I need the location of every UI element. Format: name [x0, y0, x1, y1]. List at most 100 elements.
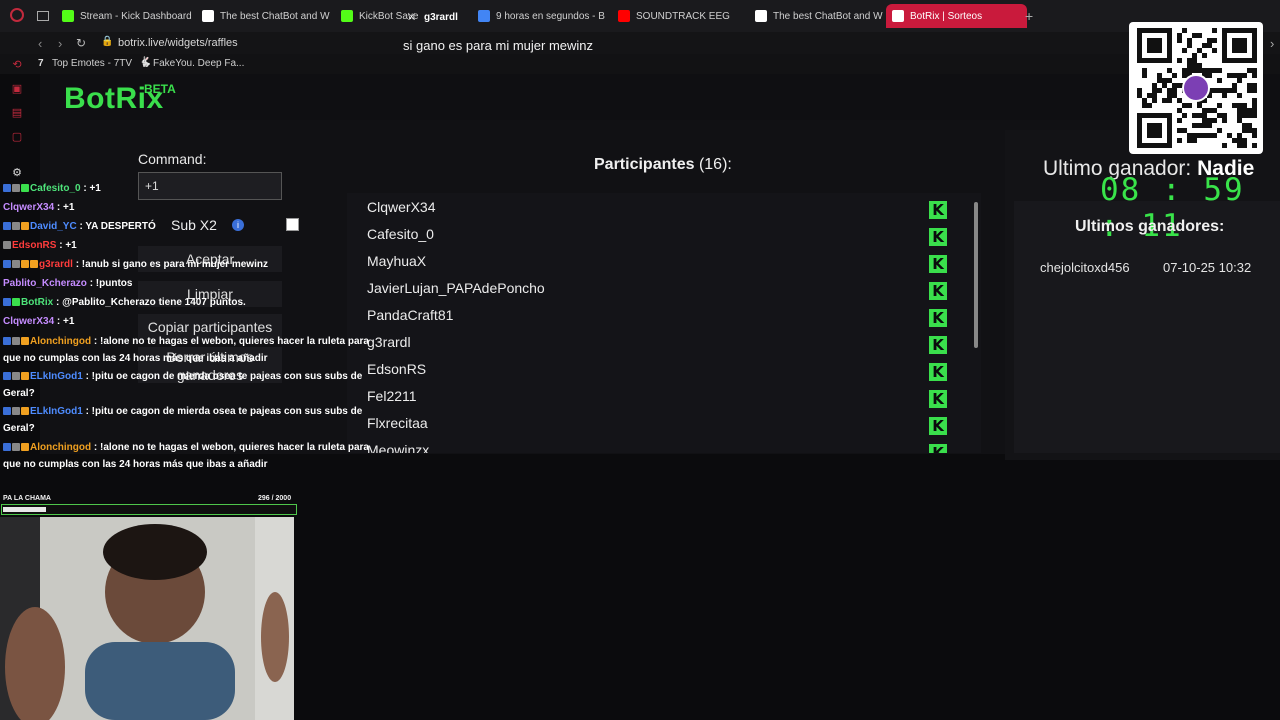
new-tab-icon[interactable]: + [1025, 8, 1033, 24]
info-icon[interactable]: i [232, 219, 244, 231]
forward-icon[interactable]: › [58, 36, 62, 51]
bookmark-item[interactable]: FakeYou. Deep Fa... [153, 58, 244, 69]
browser-tab-label: 9 horas en segundos - B [496, 10, 605, 22]
participant-name: g3rardl [367, 334, 411, 350]
subx2-checkbox[interactable] [286, 218, 299, 231]
sidebar-toggle-icon[interactable]: › [1270, 36, 1274, 51]
browser-tab-label: BotRix | Sorteos [910, 10, 983, 22]
participant-name: Fel2211 [367, 388, 417, 404]
address-bar: ‹ › ↻ 🔒 botrix.live/widgets/raffles › [0, 32, 1280, 56]
reload-icon[interactable]: ↻ [76, 36, 86, 50]
browser-tab[interactable]: SOUNDTRACK EEG [612, 4, 746, 28]
chat-text: : !pitu oe cagon de mierda osea te pajea… [85, 371, 363, 382]
botrix-icon [755, 10, 767, 22]
page-header [40, 74, 1280, 120]
chat-badges-icon [3, 221, 30, 232]
bookmark-item[interactable]: Top Emotes - 7TV [52, 58, 132, 69]
goal-progress-fill [3, 507, 46, 512]
chat-text: : !pitu oe cagon de mierda osea te pajea… [85, 406, 363, 417]
kick-icon: K [929, 255, 947, 273]
chat-text-continued: Geral? [3, 388, 35, 399]
kick-icon: K [929, 228, 947, 246]
sidebar-history-icon[interactable]: ⟲ [10, 58, 24, 72]
kick-icon: K [929, 309, 947, 327]
kick-icon: K [929, 201, 947, 219]
browser-tab-bar: Stream - Kick Dashboard The best ChatBot … [0, 0, 1280, 32]
goal-count: 296 / 2000 [258, 495, 292, 502]
chat-username[interactable]: Pablito_Kcherazo [3, 278, 87, 289]
command-input[interactable] [138, 172, 282, 200]
browser-tab[interactable]: The best ChatBot and W [196, 4, 330, 28]
kick-icon: K [929, 417, 947, 435]
participants-list[interactable]: ClqwerX34 K Cafesito_0 K MayhuaX K JavierLujan… [347, 193, 981, 453]
qr-code-icon [1137, 28, 1257, 148]
chat-badges-icon [3, 259, 39, 270]
chat-text: : +1 [83, 183, 101, 194]
chat-username[interactable]: Cafesito_0 [30, 183, 81, 194]
participant-name: JavierLujan_PAPAdePoncho [367, 280, 545, 296]
chat-badges-icon [3, 371, 30, 382]
kick-icon: K [929, 282, 947, 300]
chat-username[interactable]: BotRix [21, 297, 53, 308]
participant-name: ClqwerX34 [367, 199, 436, 215]
chat-username[interactable]: David_YC [30, 221, 77, 232]
winner-date: 07-10-25 10:32 [1163, 260, 1252, 275]
chat-message: EdsonRS : +1 [3, 240, 77, 251]
participant-name: Meowinzx [367, 442, 430, 453]
browser-tab-label: The best ChatBot and W [773, 10, 883, 22]
browser-menu-icon[interactable] [10, 8, 24, 22]
kick-icon: K [929, 390, 947, 408]
kick-icon: K [929, 336, 947, 354]
chat-message: Alonchingod : !alone no te hagas el webo… [3, 336, 369, 347]
participant-name: Flxrecitaa [367, 415, 428, 431]
chat-text: : YA DESPERTÓ [79, 221, 156, 232]
participant-name: PandaCraft81 [367, 307, 454, 323]
botrix-icon [892, 10, 904, 22]
sidebar-ai-icon[interactable]: ⚙ [10, 166, 24, 180]
overlay-chat-message: si gano es para mi mujer mewinz [403, 38, 594, 53]
bookmark-7tv-icon: 7 [38, 58, 44, 69]
chat-username[interactable]: Alonchingod [30, 336, 91, 347]
subx2-label: Sub X2 [171, 217, 217, 233]
chat-username[interactable]: ELkInGod1 [30, 371, 83, 382]
url-text[interactable]: botrix.live/widgets/raffles [118, 37, 238, 49]
tab-overview-icon[interactable] [37, 11, 49, 21]
winner-name: chejolcitoxd456 [1040, 260, 1130, 275]
chat-message: Cafesito_0 : +1 [3, 183, 101, 194]
participant-name: Cafesito_0 [367, 226, 434, 242]
sidebar-bag-icon[interactable]: ▣ [10, 82, 24, 96]
sidebar-media-icon[interactable]: ▤ [10, 106, 24, 120]
chat-message: ELkInGod1 : !pitu oe cagon de mierda ose… [3, 406, 362, 417]
lock-icon: 🔒 [101, 36, 114, 47]
chat-message: ClqwerX34 : +1 [3, 202, 74, 213]
chat-badges-icon [3, 183, 30, 194]
kick-icon [62, 10, 74, 22]
browser-tab[interactable]: The best ChatBot and W [749, 4, 883, 28]
chat-badges-icon [3, 240, 12, 251]
overlay-chat-user: g3rardl [424, 12, 458, 23]
qr-code [1129, 22, 1263, 154]
bookmarks-bar: 7 Top Emotes - 7TV 🐇 FakeYou. Deep Fa... [0, 54, 1280, 74]
beta-badge: BETA [144, 82, 176, 96]
chat-username[interactable]: ClqwerX34 [3, 316, 54, 327]
browser-tab[interactable]: BotRix | Sorteos [886, 4, 1027, 28]
participants-title-text: Participantes [594, 156, 695, 173]
chat-badges-icon [3, 297, 21, 308]
webcam-feed [0, 517, 294, 720]
participants-title: Participantes (16): [594, 156, 732, 174]
chat-text: : !alone no te hagas el webon, quieres h… [93, 442, 369, 453]
chat-message: g3rardl : !anub si gano es para mi mujer… [3, 259, 268, 270]
browser-tab[interactable]: Stream - Kick Dashboard [56, 4, 192, 28]
participants-count: (16): [698, 156, 732, 173]
chat-text: : !puntos [89, 278, 133, 289]
chat-username[interactable]: ELkInGod1 [30, 406, 83, 417]
browser-tab[interactable]: 9 horas en segundos - B [472, 4, 608, 28]
chat-username[interactable]: EdsonRS [12, 240, 56, 251]
chat-username[interactable]: Alonchingod [30, 442, 91, 453]
sidebar-chat-icon[interactable]: ▢ [10, 130, 24, 144]
back-icon[interactable]: ‹ [38, 36, 42, 51]
chat-message: Alonchingod : !alone no te hagas el webo… [3, 442, 369, 453]
chat-username[interactable]: ClqwerX34 [3, 202, 54, 213]
scrollbar-thumb[interactable] [974, 202, 978, 348]
chat-username[interactable]: g3rardl [39, 259, 73, 270]
